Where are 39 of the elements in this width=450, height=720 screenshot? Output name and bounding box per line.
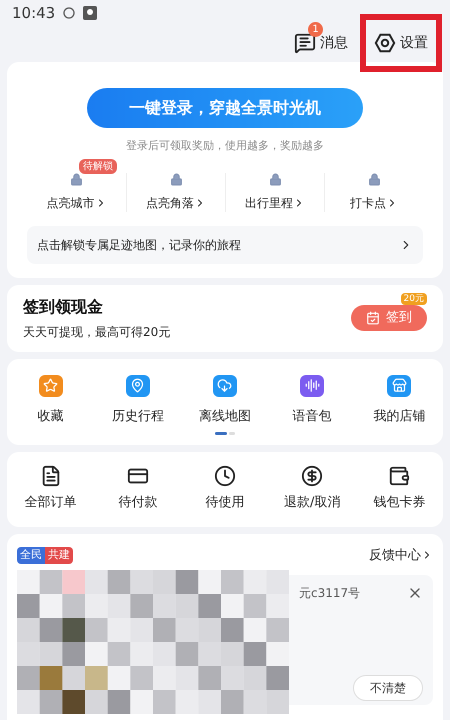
tool-button[interactable]: 我的店铺 — [356, 374, 443, 426]
calendar-check-icon — [366, 311, 380, 325]
clock-icon — [214, 465, 236, 488]
campaign-tag: 共建 — [45, 547, 73, 564]
answer-button[interactable]: 不清楚 — [353, 675, 423, 701]
status-badge: 待解锁 — [79, 158, 117, 174]
campaign-tag: 全民 — [17, 547, 45, 564]
question-text: 元c3117号 — [299, 585, 360, 602]
tool-button[interactable]: 语音包 — [268, 374, 356, 426]
order-button[interactable]: 钱包卡券 — [356, 465, 443, 513]
login-button[interactable]: 一键登录，穿越全景时光机 — [87, 88, 363, 128]
tool-button[interactable]: 收藏 — [7, 374, 94, 426]
order-button[interactable]: 全部订单 — [7, 465, 94, 513]
stat-link[interactable]: 点亮城市 — [46, 194, 106, 212]
cloud-download-icon — [212, 374, 237, 396]
feedback-center-link[interactable]: 反馈中心 — [369, 546, 433, 565]
tool-button[interactable]: 离线地图 — [181, 374, 269, 426]
stat-link[interactable]: 点亮角落 — [146, 194, 206, 212]
login-hint: 登录后可领取奖励，使用越多，奖励越多 — [126, 138, 324, 154]
sound-wave-icon — [300, 374, 324, 396]
stat-link[interactable]: 出行里程 — [245, 194, 305, 212]
message-count-badge: 1 — [308, 22, 323, 37]
order-button[interactable]: 待使用 — [181, 465, 269, 513]
page-indicator[interactable] — [215, 432, 227, 435]
checkin-title: 签到领现金 — [23, 296, 104, 318]
settings-button[interactable]: 设置 — [360, 14, 442, 72]
status-time: 10:43 — [12, 2, 56, 24]
checkin-subtitle: 天天可提现，最高可得20元 — [23, 324, 170, 341]
message-icon — [294, 32, 316, 54]
reward-badge: 20元 — [400, 293, 427, 305]
order-button[interactable]: 待付款 — [94, 465, 182, 513]
tool-button[interactable]: 历史行程 — [94, 374, 182, 426]
star-icon — [38, 374, 63, 396]
settings-icon — [374, 32, 396, 54]
map-banner[interactable]: 点击解锁专属足迹地图，记录你的旅程 — [27, 226, 423, 264]
wallet-icon — [388, 465, 410, 488]
stat-link[interactable]: 打卡点 — [350, 194, 398, 212]
order-button[interactable]: 退款/取消 — [268, 465, 356, 513]
shop-icon — [387, 374, 412, 396]
